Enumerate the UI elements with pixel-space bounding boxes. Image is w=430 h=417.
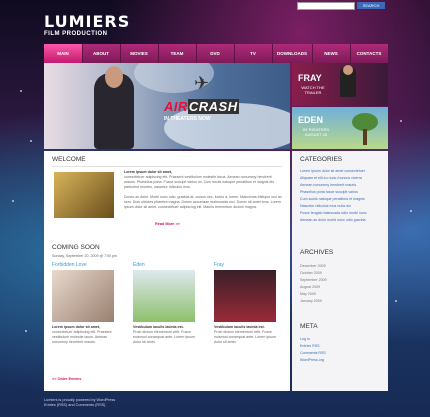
- read-more-link[interactable]: Read More >>: [155, 222, 180, 226]
- categories-title: CATEGORIES: [300, 156, 343, 163]
- sparkle: [400, 120, 402, 122]
- banner-subtitle: IN THEATERS NOW: [164, 116, 211, 122]
- tree-trunk: [363, 129, 367, 145]
- man-head: [105, 66, 123, 88]
- archive-link[interactable]: October 2009: [300, 271, 322, 275]
- sparkle: [395, 300, 397, 302]
- search-input[interactable]: [297, 2, 355, 10]
- category-link[interactable]: Phasellus porta fusce suscipit varius: [300, 190, 358, 194]
- clapperboard-image: [54, 172, 114, 218]
- older-entries-link[interactable]: << Older Entries: [52, 377, 81, 381]
- meta-title: META: [300, 323, 318, 330]
- archives-title: ARCHIVES: [300, 249, 334, 256]
- sidebar: CATEGORIES Lorem ipsum dolor sit amet co…: [292, 151, 388, 391]
- category-link[interactable]: Aliquam et elit eu nunc rhoncus viverra: [300, 176, 362, 180]
- nav-tv[interactable]: TV: [234, 44, 273, 63]
- category-link[interactable]: Cum sociis natoque penatibus et magnis: [300, 197, 365, 201]
- banner-title-crash: CRASH: [187, 99, 239, 114]
- welcome-p2: Donec ac dolor. Morbi nunc odio, gravida…: [124, 195, 282, 209]
- sparkle: [410, 210, 412, 212]
- category-link[interactable]: Nascetur ridiculus mus nulla dui: [300, 204, 351, 208]
- nav-news[interactable]: NEWS: [312, 44, 351, 63]
- category-link[interactable]: Lorem ipsum dolor sit amet consectetuer: [300, 169, 365, 173]
- archive-link[interactable]: May 2009: [300, 292, 316, 296]
- nav-about[interactable]: ABOUT: [82, 44, 121, 63]
- main-content: WELCOME Lorem ipsum dolor sit amet, cons…: [44, 151, 290, 391]
- archive-link[interactable]: December 2009: [300, 264, 326, 268]
- sparkle: [20, 90, 22, 92]
- archive-link[interactable]: September 2009: [300, 278, 327, 282]
- divider: [52, 166, 282, 167]
- category-link[interactable]: Aenean nonummy hendrerit mauris: [300, 183, 356, 187]
- film-text: Proin dictum elementum velit. Fusce euis…: [214, 330, 276, 344]
- sparkle: [25, 330, 27, 332]
- main-nav: MAIN ABOUT MOVIES TEAM DVD TV DOWNLOADS …: [44, 44, 388, 63]
- film-image-eden[interactable]: [133, 270, 195, 322]
- site-footer: Lumiers is proudly powered by WordPress …: [44, 398, 115, 408]
- archive-link[interactable]: August 2009: [300, 285, 320, 289]
- film-text: Proin dictum elementum velit. Fusce euis…: [133, 330, 195, 344]
- banner-title: AIRCRASH: [164, 99, 239, 114]
- coming-soon-date: Sunday, September 20, 2009 @ 7:00 pm: [52, 254, 118, 258]
- search-button[interactable]: SEARCH: [357, 2, 385, 9]
- logo-subtitle: FILM PRODUCTION: [44, 31, 108, 37]
- nav-dvd[interactable]: DVD: [196, 44, 235, 63]
- meta-link[interactable]: Log in: [300, 337, 310, 341]
- footer-line-2[interactable]: Entries (RSS) and Comments (RSS): [44, 403, 115, 408]
- promo-fray-title: FRAY: [298, 73, 322, 83]
- promo-fray[interactable]: FRAY WATCH THE TRAILER: [292, 63, 388, 106]
- nav-movies[interactable]: MOVIES: [120, 44, 159, 63]
- welcome-p1: consectetuer adipiscing elit. Praesent v…: [124, 175, 275, 189]
- main-banner[interactable]: ✈ AIRCRASH IN THEATERS NOW: [44, 63, 290, 149]
- nav-contacts[interactable]: CONTACTS: [350, 44, 388, 63]
- film-text: consectetuer adipiscing elit. Praesent v…: [52, 330, 112, 344]
- promo-eden-sub: IN THEATERS AUGUST 25: [302, 127, 330, 137]
- nav-downloads[interactable]: DOWNLOADS: [272, 44, 313, 63]
- film-title-forbidden-love[interactable]: Forbidden Love: [52, 262, 87, 268]
- film-title-fray[interactable]: Fray: [214, 262, 224, 268]
- meta-link[interactable]: WordPress.org: [300, 358, 324, 362]
- film-image-fray[interactable]: [214, 270, 276, 322]
- film-title-eden[interactable]: Eden: [133, 262, 145, 268]
- nav-team[interactable]: TEAM: [158, 44, 197, 63]
- airplane-icon: ✈: [194, 73, 210, 93]
- meta-link[interactable]: Entries RSS: [300, 344, 320, 348]
- meta-link[interactable]: Comments RSS: [300, 351, 326, 355]
- archive-link[interactable]: January 2009: [300, 299, 322, 303]
- coming-soon-title: COMING SOON: [52, 244, 100, 251]
- category-link[interactable]: Fusce feugiat malesuada odio morbi nunc: [300, 211, 367, 215]
- category-link[interactable]: Aenean ac dolor morbi nunc odio gravida: [300, 218, 366, 222]
- actor-head: [343, 65, 353, 75]
- film-image-forbidden-love[interactable]: [52, 270, 114, 322]
- sparkle: [30, 140, 32, 142]
- welcome-title: WELCOME: [52, 156, 86, 163]
- promo-eden[interactable]: EDEN IN THEATERS AUGUST 25: [292, 107, 388, 149]
- promo-eden-title: EDEN: [298, 115, 324, 125]
- promo-fray-sub: WATCH THE TRAILER: [301, 85, 325, 95]
- sparkle: [12, 200, 14, 202]
- banner-title-air: AIR: [164, 99, 188, 114]
- site-logo[interactable]: LUMIERS FILM PRODUCTION: [44, 14, 130, 38]
- nav-main[interactable]: MAIN: [44, 44, 83, 63]
- logo-title: LUMIERS: [44, 12, 131, 31]
